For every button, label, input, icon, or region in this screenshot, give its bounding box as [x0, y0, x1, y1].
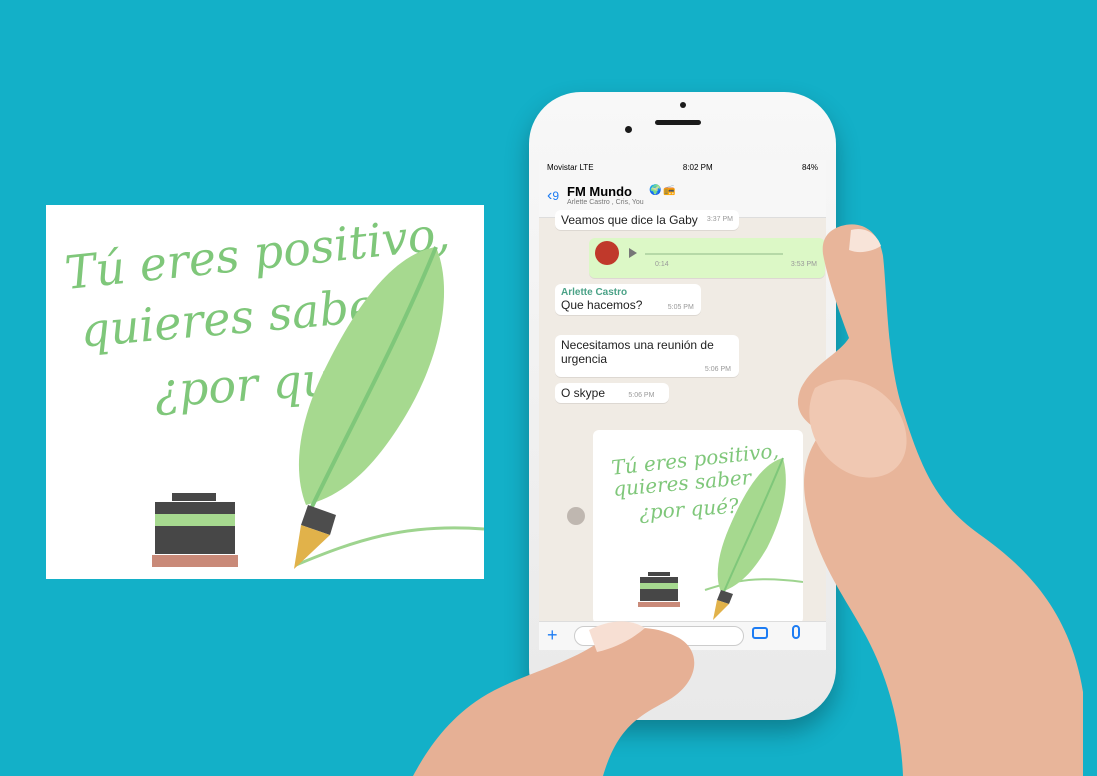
play-icon[interactable] [629, 248, 637, 258]
message-time: 5:06 PM [628, 392, 655, 399]
audio-progress [645, 253, 783, 255]
message-time: 5:05 PM [667, 304, 694, 311]
earpiece-speaker [655, 120, 701, 125]
battery-level: 84% [801, 163, 818, 172]
camera-icon[interactable] [752, 627, 768, 639]
feather-illustration [152, 246, 484, 569]
message-text: Necesitamos una reunión de urgencia [561, 338, 714, 366]
audio-icon [595, 241, 619, 265]
chat-title[interactable]: FM Mundo [567, 185, 644, 198]
status-time: 8:02 PM [682, 163, 713, 172]
poster-card: Tú eres positivo, quieres saber ¿por qué… [46, 205, 484, 579]
globe-icon: 🌍 [649, 185, 662, 196]
audio-elapsed: 0:14 [655, 261, 669, 268]
message-text: O skype [561, 386, 606, 400]
unread-count[interactable]: 9 [552, 189, 559, 203]
forward-icon[interactable] [567, 507, 585, 525]
message-bubble[interactable]: Veamos que dice la Gaby 3:37 PM [555, 210, 739, 230]
radio-icon: 📻 [663, 185, 676, 196]
message-bubble[interactable]: O skype 5:06 PM [555, 383, 669, 403]
status-bar: Movistar LTE 8:02 PM 84% [539, 160, 826, 175]
proximity-sensor [625, 126, 632, 133]
left-hand [413, 621, 695, 776]
message-bubble[interactable]: Arlette Castro Que hacemos? 5:05 PM [555, 284, 701, 315]
image-feather-illustration [638, 457, 803, 620]
message-bubble[interactable]: Necesitamos una reunión de urgencia 5:06… [555, 335, 739, 377]
message-time: 5:06 PM [704, 366, 731, 373]
carrier-text: Movistar LTE [547, 163, 594, 172]
message-time: 3:37 PM [706, 216, 733, 223]
sender-name: Arlette Castro [561, 287, 628, 298]
message-text: Veamos que dice la Gaby [561, 213, 698, 227]
front-camera [680, 102, 686, 108]
image-message[interactable]: Tú eres positivo, quieres saber ¿por qué… [593, 430, 803, 624]
message-text: Que hacemos? [561, 298, 643, 312]
chat-members: Arlette Castro , Cris, You [567, 199, 644, 206]
right-hand [797, 224, 1083, 776]
